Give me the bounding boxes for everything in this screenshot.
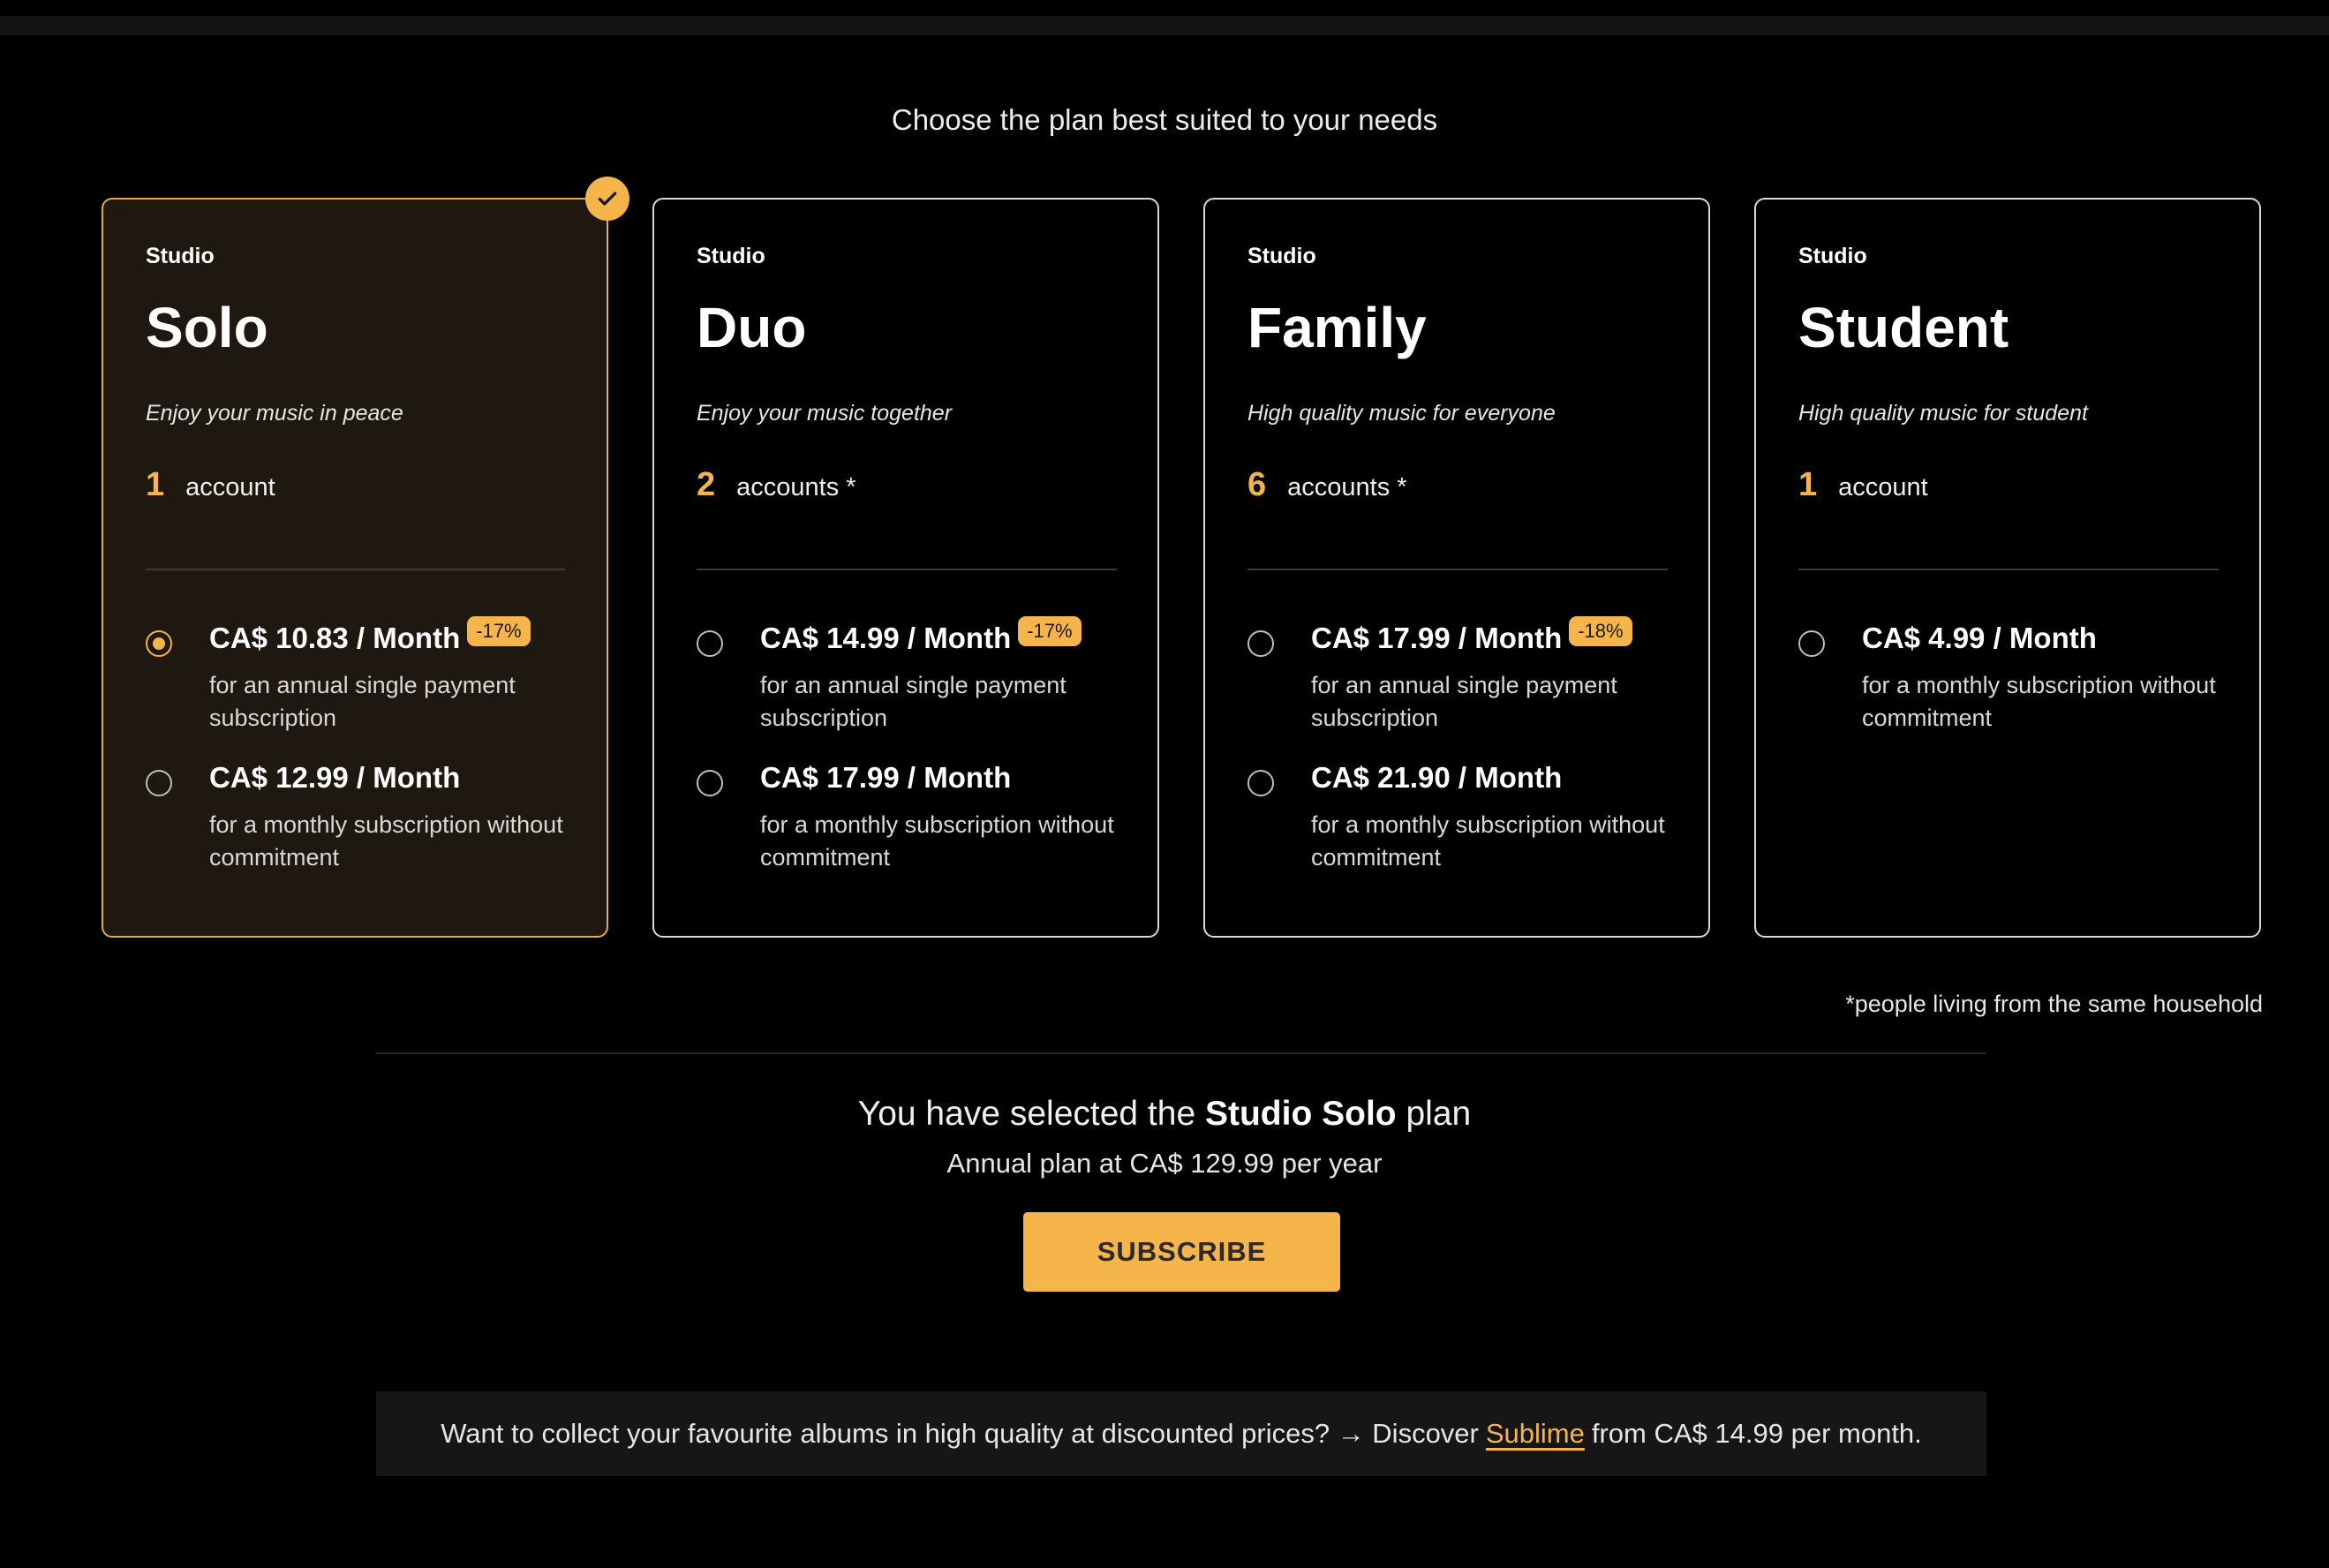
option-price: CA$ 17.99 / Month	[1311, 622, 1563, 654]
promo-text-prefix: Want to collect your favourite albums in…	[441, 1418, 1479, 1449]
radio-button[interactable]	[146, 770, 172, 796]
selected-plan-name: Studio Solo	[1204, 1095, 1397, 1133]
plan-name: Student	[1798, 296, 2009, 359]
radio-button[interactable]	[1798, 630, 1825, 657]
divider	[1798, 569, 2219, 570]
selection-prefix: You have selected the	[857, 1095, 1205, 1133]
plan-tagline: Enjoy your music in peace	[146, 401, 403, 426]
sublime-link[interactable]: Sublime	[1486, 1418, 1585, 1450]
plan-card-family[interactable]: Studio Family High quality music for eve…	[1203, 198, 1710, 938]
household-footnote: *people living from the same household	[1845, 991, 2263, 1017]
plan-tagline: High quality music for student	[1798, 401, 2088, 426]
promo-banner: Want to collect your favourite albums in…	[376, 1391, 1986, 1476]
option-description: for a monthly subscription without commi…	[1862, 672, 2216, 731]
selection-summary: You have selected the Studio Solo plan	[0, 1095, 2329, 1134]
subscribe-button[interactable]: SUBSCRIBE	[1023, 1212, 1340, 1292]
accounts-count: 2	[697, 466, 716, 503]
page-title: Choose the plan best suited to your need…	[891, 103, 1438, 136]
plan-tier: Studio	[146, 244, 215, 268]
divider	[697, 569, 1117, 570]
section-divider	[376, 1052, 1986, 1054]
plan-card-solo[interactable]: Studio Solo Enjoy your music in peace 1 …	[102, 177, 629, 938]
promo-text-suffix: from CA$ 14.99 per month.	[1591, 1418, 1922, 1449]
accounts-label: account	[185, 473, 275, 501]
radio-button[interactable]	[1247, 770, 1274, 796]
accounts-count: 6	[1247, 466, 1267, 503]
plan-accounts: 6 accounts *	[1247, 466, 1407, 504]
option-description: for a monthly subscription without commi…	[209, 811, 563, 871]
plan-tier: Studio	[1798, 244, 1867, 268]
plan-name: Solo	[146, 296, 268, 359]
plan-tier: Studio	[697, 244, 765, 268]
option-price: CA$ 21.90 / Month	[1311, 761, 1563, 794]
plan-accounts: 1 account	[1798, 466, 1928, 504]
accounts-count: 1	[146, 466, 165, 503]
plan-card-duo[interactable]: Studio Duo Enjoy your music together 2 a…	[652, 198, 1159, 938]
plan-tagline: Enjoy your music together	[697, 401, 953, 426]
plan-card-student[interactable]: Studio Student High quality music for st…	[1754, 198, 2261, 938]
discount-badge: -17%	[467, 616, 531, 646]
plan-name: Family	[1247, 296, 1427, 359]
radio-button[interactable]	[146, 630, 172, 657]
option-description: for a monthly subscription without commi…	[1311, 811, 1665, 871]
accounts-count: 1	[1798, 466, 1818, 503]
radio-button[interactable]	[1247, 630, 1274, 657]
radio-button[interactable]	[697, 630, 723, 657]
plan-name: Duo	[697, 296, 807, 359]
accounts-label: accounts *	[736, 473, 856, 501]
divider	[1247, 569, 1668, 570]
option-price: CA$ 10.83 / Month	[209, 622, 461, 654]
discount-badge: -18%	[1569, 616, 1632, 646]
plan-accounts: 2 accounts *	[697, 466, 856, 504]
option-description: for an annual single payment subscriptio…	[760, 672, 1067, 731]
top-bar	[0, 16, 2329, 35]
check-icon	[585, 177, 629, 221]
radio-button[interactable]	[697, 770, 723, 796]
option-description: for an annual single payment subscriptio…	[1311, 672, 1617, 731]
option-price: CA$ 12.99 / Month	[209, 761, 461, 794]
selection-suffix: plan	[1396, 1095, 1472, 1133]
accounts-label: accounts *	[1287, 473, 1407, 501]
option-description: for a monthly subscription without commi…	[760, 811, 1114, 871]
divider	[146, 569, 566, 570]
option-price: CA$ 14.99 / Month	[760, 622, 1012, 654]
option-price: CA$ 4.99 / Month	[1862, 622, 2097, 654]
discount-badge: -17%	[1018, 616, 1082, 646]
plan-tagline: High quality music for everyone	[1247, 401, 1556, 426]
option-description: for an annual single payment subscriptio…	[209, 672, 516, 731]
plan-tier: Studio	[1247, 244, 1316, 268]
plan-accounts: 1 account	[146, 466, 275, 504]
accounts-label: account	[1838, 473, 1928, 501]
annual-price-summary: Annual plan at CA$ 129.99 per year	[946, 1148, 1383, 1179]
option-price: CA$ 17.99 / Month	[760, 761, 1012, 794]
